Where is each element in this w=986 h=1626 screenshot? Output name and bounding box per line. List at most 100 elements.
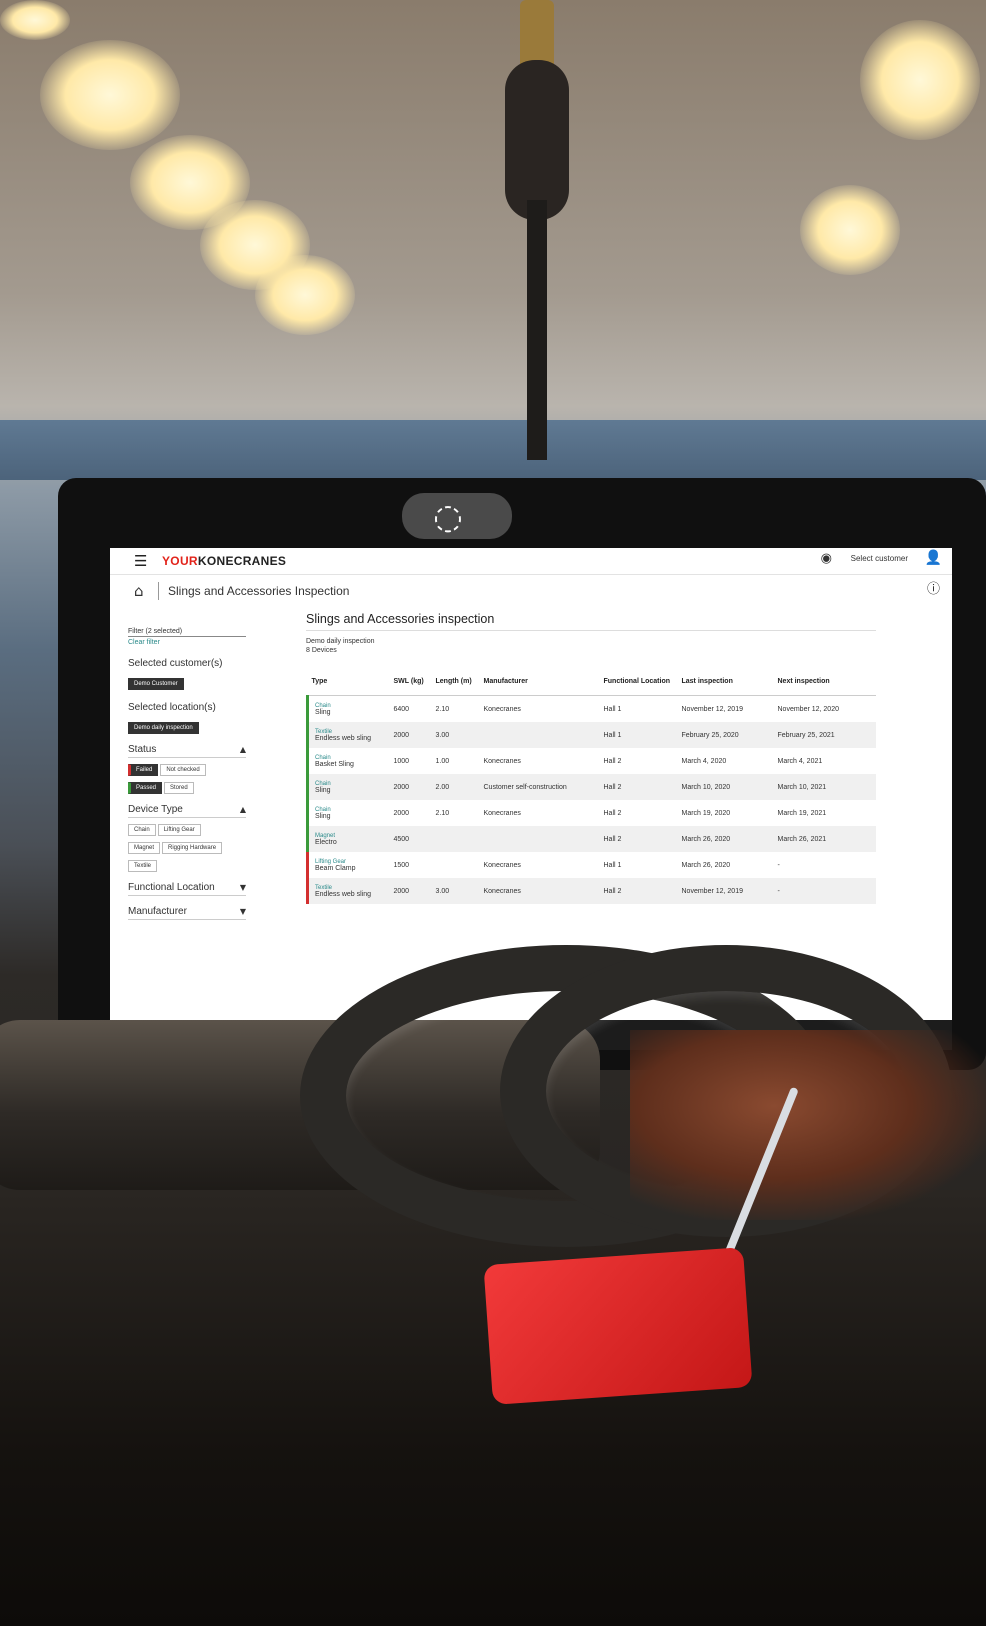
cell-swl: 1000 — [393, 757, 410, 765]
customer-chip[interactable]: Demo Customer — [128, 678, 184, 690]
cell-functional-location: Hall 1 — [603, 861, 622, 869]
ceiling-light — [0, 0, 70, 40]
cell-last-inspection: November 12, 2019 — [681, 705, 743, 713]
globe-icon[interactable]: ◉ — [821, 551, 832, 566]
user-icon[interactable]: 👤 — [925, 550, 942, 566]
cell-manufacturer: Konecranes — [479, 878, 600, 904]
ceiling-light — [860, 20, 980, 140]
column-header-functional-location[interactable]: Functional Location — [599, 667, 678, 696]
device-type-heading: Device Type — [128, 804, 183, 815]
table-row[interactable]: Magnet Electro 4500 Hall 2 March 26, 2020 Mar… — [306, 826, 876, 852]
column-header-swl[interactable]: SWL (kg) — [389, 667, 432, 696]
cell-functional-location: Hall 1 — [599, 722, 678, 748]
cell-functional-location: Hall 1 — [603, 705, 622, 713]
app-logo[interactable]: YOURKONECRANES — [162, 554, 286, 568]
cell-type: Lifting Gear Beam Clamp — [306, 852, 390, 878]
cell-length: 2.10 — [435, 705, 450, 713]
breadcrumb: Slings and Accessories Inspection — [168, 584, 350, 598]
cell-last-inspection: March 26, 2020 — [677, 826, 774, 852]
cell-length: 1.00 — [435, 757, 450, 765]
cell-type: Textile Endless web sling — [306, 878, 390, 904]
chevron-down-icon[interactable]: ▼ — [240, 883, 246, 892]
cell-next-inspection: March 10, 2021 — [773, 774, 876, 800]
home-icon[interactable]: ⌂ — [134, 582, 144, 600]
chevron-down-icon[interactable]: ▼ — [240, 907, 246, 916]
device-chip-chain[interactable]: Chain — [128, 824, 156, 836]
device-chip-rigging-hardware[interactable]: Rigging Hardware — [162, 842, 223, 854]
status-chip-stored[interactable]: Stored — [164, 782, 194, 794]
column-header-type[interactable]: Type — [307, 667, 390, 696]
functional-location-heading: Functional Location — [128, 882, 215, 893]
cell-functional-location: Hall 2 — [599, 774, 678, 800]
customers-heading: Selected customer(s) — [128, 658, 223, 669]
main-content: Slings and Accessories inspection Demo d… — [306, 612, 876, 904]
top-bar: ☰ YOURKONECRANES ◉ Select customer 👤 — [110, 548, 952, 575]
device-chip-lifting-gear[interactable]: Lifting Gear — [157, 824, 201, 836]
cell-functional-location: Hall 2 — [599, 826, 678, 852]
status-group[interactable]: Status ▲ — [128, 744, 246, 758]
column-header-manufacturer[interactable]: Manufacturer — [479, 667, 600, 696]
manufacturer-group[interactable]: Manufacturer ▼ — [128, 906, 246, 920]
cell-type: Chain Basket Sling — [306, 748, 390, 774]
device-chip-textile[interactable]: Textile — [128, 860, 158, 872]
inspection-subtitle: Demo daily inspection 8 Devices — [306, 637, 876, 655]
device-name: Sling — [315, 708, 331, 716]
cell-length — [431, 826, 480, 852]
cell-next-inspection: March 26, 2021 — [773, 826, 876, 852]
cell-type: Chain Sling — [306, 774, 390, 800]
cell-last-inspection: March 4, 2020 — [681, 757, 727, 765]
cell-swl: 2000 — [389, 878, 432, 904]
status-chip-failed[interactable]: Failed — [128, 764, 159, 776]
column-header-last-inspection[interactable]: Last inspection — [677, 667, 774, 696]
functional-location-group[interactable]: Functional Location ▼ — [128, 882, 246, 896]
chevron-up-icon[interactable]: ▲ — [240, 745, 246, 754]
filter-sidebar: Filter (2 selected) Clear filter Selecte… — [128, 628, 246, 920]
info-icon[interactable]: ⓘ — [927, 578, 940, 597]
status-chip-not-checked[interactable]: Not checked — [160, 764, 206, 776]
table-row[interactable]: Chain Sling 2000 2.10 Konecranes Hall 2 March … — [306, 800, 877, 826]
table-row[interactable]: Textile Endless web sling 2000 3.00 Hall 1 Fe… — [306, 722, 876, 748]
cell-last-inspection: February 25, 2020 — [677, 722, 774, 748]
device-type-chips: Chain Lifting Gear Magnet Rigging Hardware… — [128, 818, 246, 872]
location-chip[interactable]: Demo daily inspection — [128, 722, 199, 734]
device-chip-magnet[interactable]: Magnet — [128, 842, 161, 854]
clear-filter-link[interactable]: Clear filter — [128, 639, 246, 646]
filter-label: Filter (2 selected) — [128, 628, 246, 637]
cell-last-inspection: March 10, 2020 — [677, 774, 774, 800]
cell-type: Textile Endless web sling — [306, 722, 390, 748]
manufacturer-heading: Manufacturer — [128, 906, 187, 917]
cell-type: Chain Sling — [306, 695, 390, 722]
red-inspection-tag — [483, 1247, 753, 1405]
cell-functional-location: Hall 2 — [599, 878, 678, 904]
select-customer-link[interactable]: Select customer — [851, 554, 908, 563]
table-row[interactable]: Chain Sling 6400 2.10 Konecranes Hall 1 Novemb… — [306, 695, 877, 722]
menu-icon[interactable]: ☰ — [134, 552, 147, 570]
ceiling-light — [800, 185, 900, 275]
device-name: Sling — [315, 786, 331, 794]
crane-hook-block — [505, 60, 569, 220]
ceiling-light — [255, 255, 355, 335]
cell-functional-location: Hall 2 — [603, 809, 622, 817]
cell-swl: 4500 — [389, 826, 432, 852]
column-header-next-inspection[interactable]: Next inspection — [773, 667, 876, 696]
chevron-up-icon[interactable]: ▲ — [240, 805, 246, 814]
column-header-length[interactable]: Length (m) — [431, 667, 480, 696]
background-machinery — [0, 420, 986, 480]
cell-length: 3.00 — [431, 878, 480, 904]
table-row[interactable]: Chain Basket Sling 1000 1.00 Konecranes Hall … — [306, 748, 877, 774]
crane-hook-rod — [527, 200, 547, 460]
ceiling-light — [40, 40, 180, 150]
device-name: Beam Clamp — [315, 864, 356, 872]
status-chip-passed[interactable]: Passed — [128, 782, 163, 794]
cell-swl: 6400 — [393, 705, 410, 713]
table-row[interactable]: Textile Endless web sling 2000 3.00 Konecran… — [306, 878, 876, 904]
table-row[interactable]: Chain Sling 2000 2.00 Customer self-construc… — [306, 774, 876, 800]
cell-length: 2.00 — [431, 774, 480, 800]
cell-next-inspection: - — [777, 861, 780, 869]
status-heading: Status — [128, 744, 157, 755]
cell-next-inspection: February 25, 2021 — [773, 722, 876, 748]
device-type-group[interactable]: Device Type ▲ — [128, 804, 246, 818]
cell-last-inspection: November 12, 2019 — [677, 878, 774, 904]
cell-functional-location: Hall 2 — [603, 757, 622, 765]
table-row[interactable]: Lifting Gear Beam Clamp 1500 Konecranes Hall… — [306, 852, 877, 878]
